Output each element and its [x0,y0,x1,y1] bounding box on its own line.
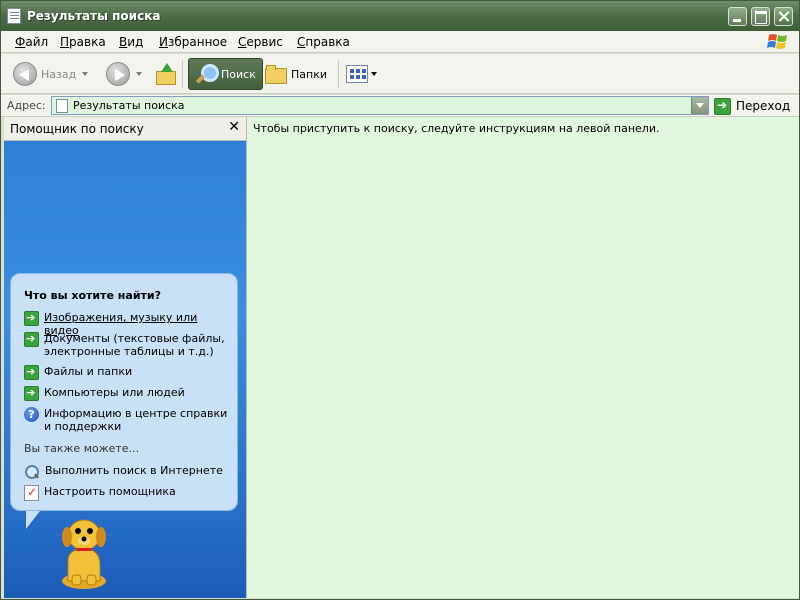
back-dropdown-icon[interactable] [82,72,89,76]
go-label: Переход [736,99,791,113]
instruction-message: Чтобы приступить к поиску, следуйте инст… [253,122,660,135]
folders-label: Папки [291,67,327,81]
option-computers-people[interactable]: Компьютеры или людей [24,386,229,401]
toolbar: Назад Поиск Папки [1,54,799,94]
pane-close-icon[interactable]: ✕ [228,119,240,135]
menu-file[interactable]: Файл [15,35,48,49]
option-files-folders[interactable]: Файлы и папки [24,365,229,380]
search-button[interactable]: Поиск [188,58,263,90]
menu-help[interactable]: Справка [297,35,350,49]
forward-button[interactable] [106,58,142,90]
go-arrow-icon [714,97,731,115]
option-customize-assistant[interactable]: Настроить помощника [24,485,229,501]
green-arrow-icon [24,365,39,380]
option-label: Выполнить поиск в Интернете [45,464,223,477]
option-label: Компьютеры или людей [44,386,185,399]
address-field[interactable]: Результаты поиска [51,96,709,115]
back-arrow-icon [13,62,37,86]
option-help-center[interactable]: ? Информацию в центре справки и поддержк… [24,407,229,433]
address-bar: Адрес: Результаты поиска Переход [1,95,799,117]
menu-view[interactable]: Вид [119,35,143,49]
search-bubble: Что вы хотите найти? Изображения, музыку… [10,273,238,511]
minimize-button[interactable] [728,7,747,26]
maximize-button[interactable] [751,7,770,26]
menu-tools[interactable]: Сервис [238,35,283,49]
green-arrow-icon [24,311,39,326]
green-arrow-icon [24,386,39,401]
search-icon [195,63,219,85]
go-button[interactable]: Переход [714,97,790,115]
back-button[interactable]: Назад [13,58,89,90]
internet-search-icon [24,464,40,480]
address-value: Результаты поиска [73,99,185,112]
option-label: Настроить помощника [44,485,176,498]
search-results-icon [56,99,68,113]
back-label: Назад [41,67,77,81]
toolbar-separator [182,60,183,88]
also-label: Вы также можете... [24,442,140,455]
toolbar-separator [338,60,339,88]
search-companion-pane: Помощник по поиску ✕ Что вы хотите найти… [4,117,246,598]
address-label: Адрес: [7,99,46,112]
menu-favorites[interactable]: Избранное [159,35,227,49]
folders-icon [265,65,287,84]
pane-header: Помощник по поиску ✕ [4,117,246,141]
search-question: Что вы хотите найти? [24,289,161,302]
pane-title: Помощник по поиску [10,122,144,136]
up-folder-icon [155,63,177,85]
up-folder-button[interactable] [155,58,177,90]
views-button[interactable] [346,58,377,90]
results-area[interactable]: Чтобы приступить к поиску, следуйте инст… [246,117,799,598]
option-label: Файлы и папки [44,365,133,378]
menu-edit[interactable]: Правка [60,35,106,49]
search-results-icon [7,8,21,24]
explorer-window: Результаты поиска Файл Правка Вид Избран… [0,0,800,600]
search-dog-icon[interactable] [54,515,114,593]
forward-arrow-icon [106,62,130,86]
search-label: Поиск [221,67,256,81]
address-dropdown-icon[interactable] [691,97,708,114]
folders-button[interactable]: Папки [265,58,327,90]
option-label: Информацию в центре справки и поддержки [44,407,228,433]
menu-bar: Файл Правка Вид Избранное Сервис Справка [1,31,799,53]
views-icon [346,65,368,83]
forward-dropdown-icon[interactable] [136,72,142,76]
green-arrow-icon [24,332,39,347]
option-internet-search[interactable]: Выполнить поиск в Интернете [24,464,229,480]
window-title: Результаты поиска [27,9,161,23]
windows-logo-icon [767,34,787,49]
customize-icon [24,485,39,501]
close-button[interactable] [774,7,793,26]
title-bar[interactable]: Результаты поиска [1,1,799,31]
option-label: Документы (текстовые файлы, электронные … [44,332,225,358]
bubble-tail [26,511,40,529]
views-dropdown-icon[interactable] [371,72,377,76]
option-documents[interactable]: Документы (текстовые файлы, электронные … [24,332,229,358]
help-icon: ? [24,407,39,422]
